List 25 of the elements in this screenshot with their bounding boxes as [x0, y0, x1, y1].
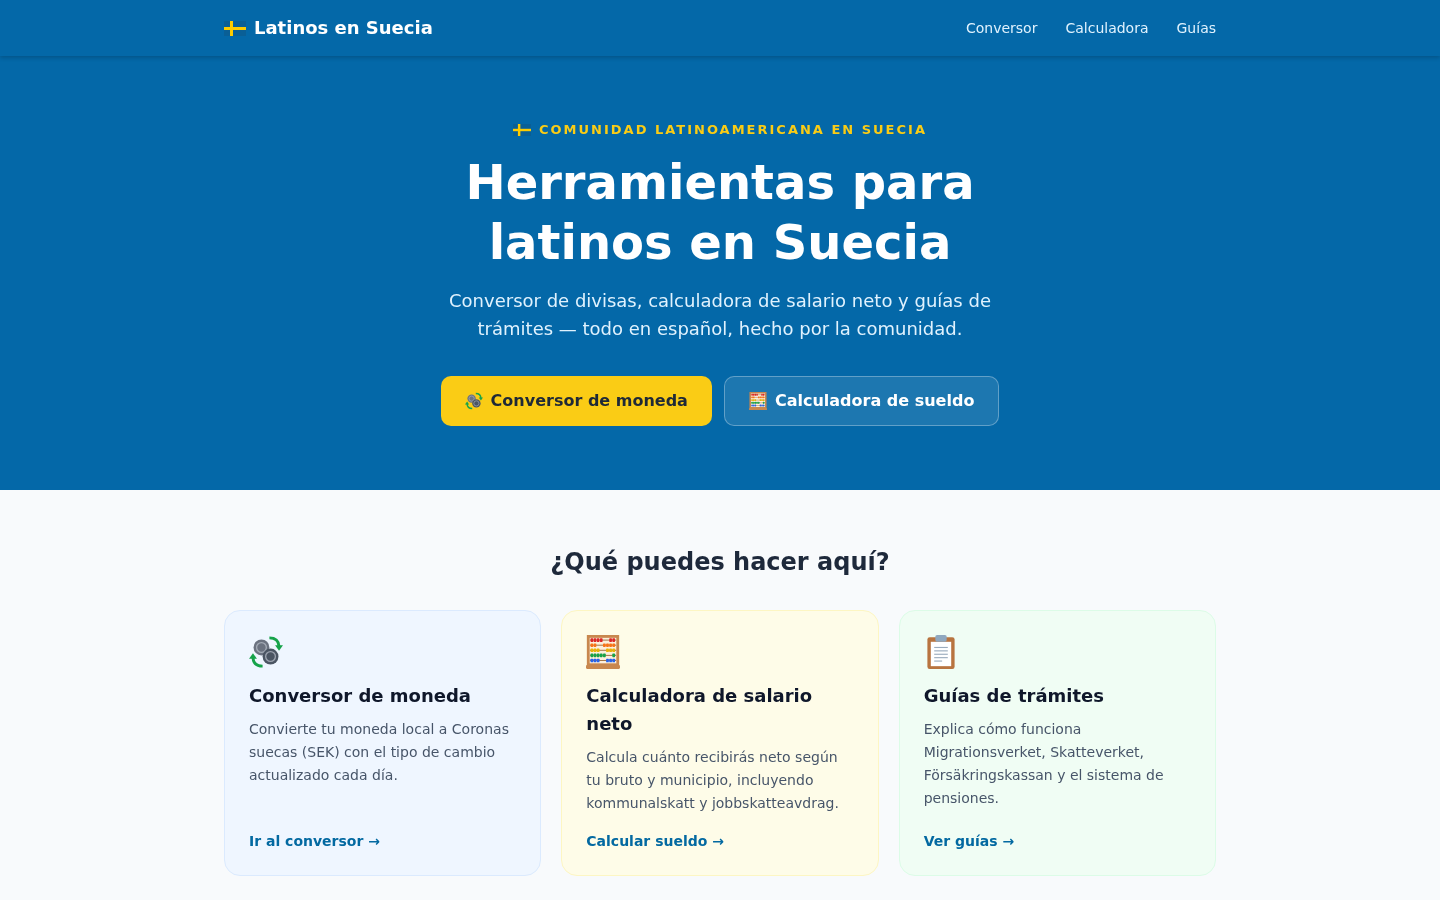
section-heading: ¿Qué puedes hacer aquí? — [549, 547, 891, 578]
card-description: Calcula cuánto recibirás neto según tu bruto y municipio, incluyendo kommunalskatt y jobbskatteavdrag. — [586, 748, 840, 813]
card-link[interactable]: Ir al conversor → — [249, 831, 380, 851]
card-description: Explica cómo funciona Migrationsverket, Skatteverket, Försäkringskassan y el sistema de pensiones. — [923, 720, 1165, 808]
coin-exchange-icon — [464, 392, 483, 410]
hero-title: Herramientas para latinos en Suecia — [464, 153, 976, 272]
card-title: Conversor de moneda — [249, 684, 472, 708]
abacus-icon — [586, 635, 621, 669]
cta-button[interactable]: Calculadora de sueldo — [723, 376, 1000, 426]
abacus-icon — [748, 392, 767, 410]
cta-button[interactable]: Conversor de moneda — [440, 376, 712, 426]
coin-exchange-icon — [249, 635, 283, 669]
nav-link[interactable]: Guías — [1176, 18, 1216, 38]
card-description: Convierte tu moneda local a Coronas suecas (SEK) con el tipo de cambio actualizado cada día. — [249, 720, 510, 785]
nav-link[interactable]: Calculadora — [1065, 18, 1149, 38]
hero-subtitle: Conversor de divisas, calculadora de salario neto y guías de trámites — todo en español, hecho por la comunidad. — [448, 289, 992, 341]
flag-icon — [513, 124, 532, 136]
card-title: Calculadora de salario neto — [586, 684, 814, 736]
flag-icon — [224, 20, 246, 36]
card-link[interactable]: Calcular sueldo → — [586, 831, 724, 851]
card-title: Guías de trámites — [923, 684, 1105, 708]
logo-link[interactable]: Latinos en Suecia — [224, 16, 433, 40]
nav-link[interactable]: Conversor — [965, 18, 1038, 38]
eyebrow-text: COMUNIDAD LATINOAMERICANA EN SUECIA — [539, 121, 927, 139]
card-link[interactable]: Ver guías → — [923, 831, 1015, 851]
